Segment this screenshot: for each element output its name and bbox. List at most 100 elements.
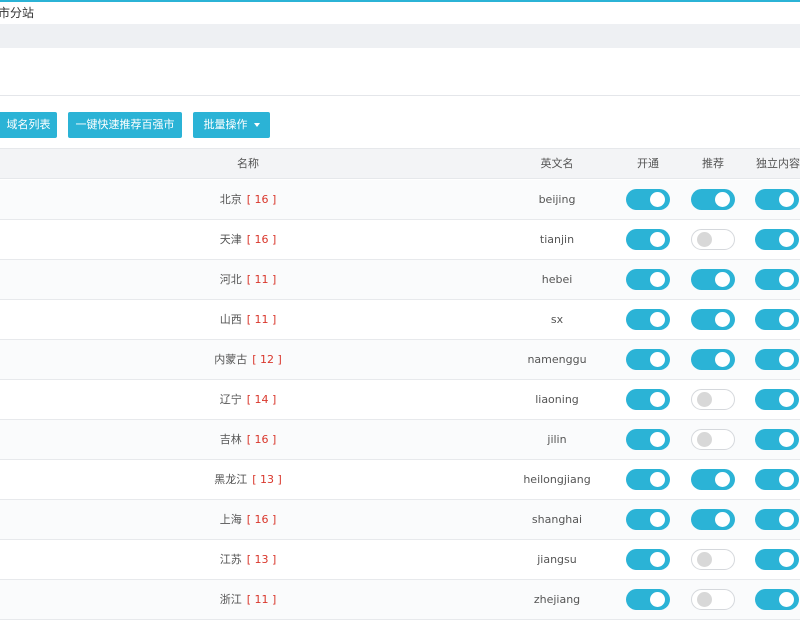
english-name: namenggu <box>527 353 587 366</box>
city-count: [ 16 ] <box>246 513 277 526</box>
english-name: liaoning <box>535 393 579 406</box>
page-title: 市分站 <box>0 6 35 20</box>
city-count: [ 11 ] <box>246 273 277 286</box>
toggle-knob <box>715 512 730 527</box>
city-name[interactable]: 内蒙古 <box>214 353 247 366</box>
english-name: heilongjiang <box>523 473 591 486</box>
city-name[interactable]: 河北 <box>220 273 242 286</box>
city-name-cell: 上海 [ 16 ] <box>150 500 346 539</box>
city-name[interactable]: 吉林 <box>220 433 242 446</box>
recommend-toggle[interactable] <box>691 349 735 370</box>
city-count: [ 14 ] <box>246 393 277 406</box>
toggle-knob <box>650 312 665 327</box>
independent-toggle[interactable] <box>755 269 799 290</box>
batch-actions-button[interactable]: 批量操作 <box>193 112 270 138</box>
independent-toggle[interactable] <box>755 229 799 250</box>
toggle-knob <box>715 352 730 367</box>
english-name: beijing <box>538 193 576 206</box>
caret-down-icon <box>253 123 260 127</box>
table-row: 北京 [ 16 ] beijing <box>0 180 800 220</box>
independent-toggle[interactable] <box>755 429 799 450</box>
city-count: [ 16 ] <box>246 233 277 246</box>
toggle-knob <box>650 472 665 487</box>
table-row: 内蒙古 [ 12 ] namenggu <box>0 340 800 380</box>
toggle-knob <box>697 392 712 407</box>
open-toggle[interactable] <box>626 229 670 250</box>
table-row: 天津 [ 16 ] tianjin <box>0 220 800 260</box>
open-toggle[interactable] <box>626 189 670 210</box>
toggle-knob <box>715 192 730 207</box>
open-toggle[interactable] <box>626 349 670 370</box>
table-row: 山西 [ 11 ] sx <box>0 300 800 340</box>
independent-toggle[interactable] <box>755 509 799 530</box>
toggle-knob <box>650 512 665 527</box>
table-header: 名称 英文名 开通 推荐 独立内容 <box>0 148 800 179</box>
city-name[interactable]: 天津 <box>220 233 242 246</box>
open-toggle[interactable] <box>626 549 670 570</box>
english-name: hebei <box>541 273 573 286</box>
recommend-toggle[interactable] <box>691 269 735 290</box>
toggle-knob <box>650 552 665 567</box>
independent-toggle[interactable] <box>755 189 799 210</box>
city-name[interactable]: 黑龙江 <box>214 473 247 486</box>
city-name-cell: 内蒙古 [ 12 ] <box>150 340 346 379</box>
toggle-knob <box>650 272 665 287</box>
open-toggle[interactable] <box>626 309 670 330</box>
independent-toggle[interactable] <box>755 549 799 570</box>
city-name[interactable]: 上海 <box>220 513 242 526</box>
toggle-knob <box>715 272 730 287</box>
city-name[interactable]: 江苏 <box>220 553 242 566</box>
header-recommend: 推荐 <box>702 157 724 170</box>
toggle-knob <box>779 272 794 287</box>
city-count: [ 11 ] <box>246 313 277 326</box>
city-count: [ 13 ] <box>252 473 282 486</box>
header-independent: 独立内容 <box>756 157 800 170</box>
city-count: [ 16 ] <box>246 433 277 446</box>
recommend-toggle[interactable] <box>691 469 735 490</box>
recommend-toggle[interactable] <box>691 309 735 330</box>
open-toggle[interactable] <box>626 429 670 450</box>
open-toggle[interactable] <box>626 509 670 530</box>
independent-toggle[interactable] <box>755 389 799 410</box>
city-name[interactable]: 山西 <box>220 313 242 326</box>
toggle-knob <box>715 312 730 327</box>
table-row: 河北 [ 11 ] hebei <box>0 260 800 300</box>
city-count: [ 16 ] <box>246 193 277 206</box>
city-count: [ 12 ] <box>252 353 282 366</box>
toggle-knob <box>779 192 794 207</box>
toggle-knob <box>650 232 665 247</box>
toggle-knob <box>779 312 794 327</box>
english-name: jilin <box>547 433 567 446</box>
table-row: 江苏 [ 13 ] jiangsu <box>0 540 800 580</box>
quick-recommend-button[interactable]: 一键快速推荐百强市 <box>68 112 182 138</box>
table-row: 辽宁 [ 14 ] liaoning <box>0 380 800 420</box>
independent-toggle[interactable] <box>755 349 799 370</box>
city-name-cell: 北京 [ 16 ] <box>150 180 346 219</box>
open-toggle[interactable] <box>626 269 670 290</box>
independent-toggle[interactable] <box>755 309 799 330</box>
open-toggle[interactable] <box>626 389 670 410</box>
toggle-knob <box>697 552 712 567</box>
recommend-toggle[interactable] <box>691 429 735 450</box>
divider <box>0 95 800 96</box>
independent-toggle[interactable] <box>755 469 799 490</box>
city-name-cell: 河北 [ 11 ] <box>150 260 346 299</box>
toggle-knob <box>779 432 794 447</box>
toggle-knob <box>779 472 794 487</box>
recommend-toggle[interactable] <box>691 509 735 530</box>
recommend-toggle[interactable] <box>691 549 735 570</box>
city-name[interactable]: 北京 <box>220 193 242 206</box>
recommend-toggle[interactable] <box>691 189 735 210</box>
batch-actions-label: 批量操作 <box>203 118 248 131</box>
recommend-toggle[interactable] <box>691 389 735 410</box>
recommend-toggle[interactable] <box>691 229 735 250</box>
domain-list-button[interactable]: 域名列表 <box>0 112 57 138</box>
open-toggle[interactable] <box>626 469 670 490</box>
toggle-knob <box>779 552 794 567</box>
toggle-knob <box>697 432 712 447</box>
toggle-knob <box>650 392 665 407</box>
table-row: 黑龙江 [ 13 ] heilongjiang <box>0 460 800 500</box>
city-name-cell: 江苏 [ 13 ] <box>150 540 346 579</box>
city-name[interactable]: 辽宁 <box>220 393 242 406</box>
city-name-cell: 天津 [ 16 ] <box>150 220 346 259</box>
